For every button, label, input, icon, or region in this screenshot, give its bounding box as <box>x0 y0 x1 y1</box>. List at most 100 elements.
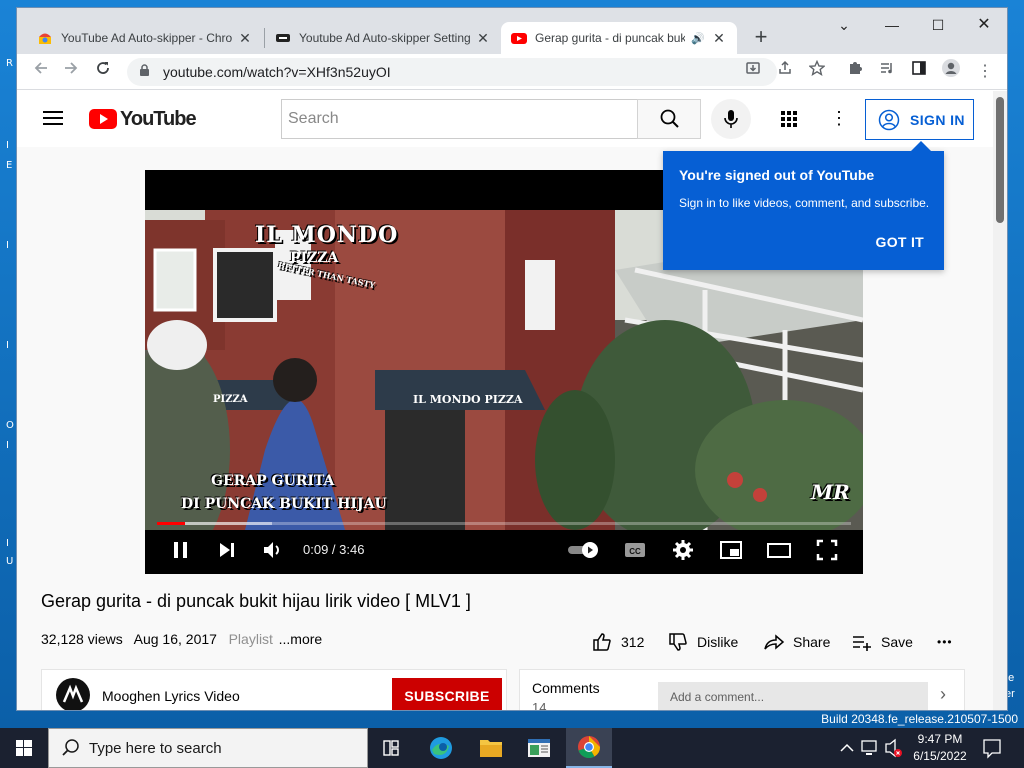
desktop-icons-edge: R I E I I O I I U <box>6 58 14 567</box>
channel-avatar[interactable] <box>56 678 90 710</box>
scrollbar-thumb[interactable] <box>996 97 1004 223</box>
tab-autoskipper-store[interactable]: YouTube Ad Auto-skipper - Chro ✕ <box>27 22 263 54</box>
notification-icon <box>983 739 1001 759</box>
tab-autoskipper-settings[interactable]: Youtube Ad Auto-skipper Setting ✕ <box>265 22 501 54</box>
audio-playing-icon[interactable]: 🔊 <box>691 32 705 45</box>
comments-card: Comments 14 Add a comment... › <box>519 669 965 710</box>
profile-avatar-icon[interactable] <box>937 58 965 86</box>
like-button[interactable]: 312 <box>591 627 644 657</box>
share-page-icon[interactable] <box>771 58 799 86</box>
pause-icon[interactable] <box>167 536 195 564</box>
notifications-button[interactable] <box>980 728 1004 768</box>
upload-date: Aug 16, 2017 <box>133 631 217 647</box>
address-bar[interactable]: youtube.com/watch?v=XHf3n52uyOI <box>127 58 777 86</box>
time-display: 0:09 / 3:46 <box>303 542 365 557</box>
video-meta: 32,128 views Aug 16, 2017 Playlist ...mo… <box>41 631 323 647</box>
awning-left-text: PIZZA <box>213 394 248 405</box>
apps-grid-icon[interactable] <box>777 107 801 131</box>
autoplay-toggle-icon[interactable] <box>565 536 601 564</box>
install-app-icon[interactable] <box>739 58 767 86</box>
voice-search-button[interactable] <box>711 99 751 139</box>
close-tab-icon[interactable]: ✕ <box>237 30 253 47</box>
maximize-button[interactable]: ☐ <box>915 8 961 42</box>
folder-icon <box>480 740 502 757</box>
microphone-icon <box>724 110 738 128</box>
channel-name[interactable]: Mooghen Lyrics Video <box>102 688 240 704</box>
fullscreen-icon[interactable] <box>813 536 841 564</box>
taskbar-clock[interactable]: 9:47 PM 6/15/2022 <box>900 731 980 765</box>
network-icon[interactable] <box>860 728 880 768</box>
search-button[interactable] <box>637 99 701 139</box>
back-arrow-icon[interactable] <box>27 58 55 86</box>
dislike-button[interactable]: Dislike <box>667 627 738 657</box>
browser-toolbar: youtube.com/watch?v=XHf3n52uyOI ⋮ <box>17 54 1007 90</box>
progress-bar[interactable] <box>157 522 851 525</box>
youtube-logo[interactable]: YouTube <box>89 107 197 131</box>
chrome-icon <box>578 736 600 759</box>
bookmark-star-icon[interactable] <box>803 58 831 86</box>
search-icon <box>660 109 679 128</box>
start-button[interactable] <box>0 728 48 768</box>
comments-count: 14 <box>532 700 547 710</box>
add-comment-input[interactable]: Add a comment... <box>658 682 928 710</box>
file-explorer-app[interactable] <box>468 728 514 768</box>
thumbs-up-icon <box>593 633 611 651</box>
youtube-header: YouTube Search ⋮ SIGN IN <box>17 91 993 147</box>
add-to-playlist-icon <box>853 636 871 651</box>
sign-in-button[interactable]: SIGN IN <box>865 99 974 140</box>
new-tab-button[interactable]: + <box>747 24 775 52</box>
media-control-icon[interactable] <box>873 58 901 86</box>
hamburger-menu-icon[interactable] <box>41 107 65 131</box>
windows-logo-icon <box>16 740 32 756</box>
view-count: 32,128 views <box>41 631 123 647</box>
close-tab-icon[interactable]: ✕ <box>711 30 727 47</box>
settings-more-icon[interactable]: ⋮ <box>827 107 851 131</box>
settings-gear-icon[interactable] <box>669 536 697 564</box>
save-button[interactable]: Save <box>851 627 913 657</box>
subscribe-button[interactable]: SUBSCRIBE <box>392 678 502 710</box>
signed-out-popup: You're signed out of YouTube Sign in to … <box>663 141 944 270</box>
reload-icon[interactable] <box>89 58 117 86</box>
taskbar-search-input[interactable]: Type here to search <box>48 728 368 768</box>
url-text: youtube.com/watch?v=XHf3n52uyOI <box>163 64 391 80</box>
taskbar: Type here to search 9:47 PM 6/15/2022 <box>0 728 1024 768</box>
edge-app[interactable] <box>418 728 464 768</box>
page-scrollbar[interactable] <box>993 91 1007 710</box>
got-it-button[interactable]: GOT IT <box>876 234 924 250</box>
task-view-button[interactable] <box>368 728 414 768</box>
chrome-app[interactable] <box>566 728 612 768</box>
tab-youtube-video[interactable]: Gerap gurita - di puncak buk 🔊 ✕ <box>501 22 737 54</box>
chevron-right-icon[interactable]: › <box>940 684 946 705</box>
side-panel-icon[interactable] <box>905 58 933 86</box>
video-title: Gerap gurita - di puncak bukit hijau lir… <box>41 591 471 611</box>
search-input[interactable]: Search <box>281 99 638 139</box>
extensions-puzzle-icon[interactable] <box>841 58 869 86</box>
more-actions-icon[interactable]: ••• <box>937 627 953 657</box>
theater-mode-icon[interactable] <box>765 536 793 564</box>
progress-played <box>157 522 185 525</box>
close-tab-icon[interactable]: ✕ <box>475 30 491 47</box>
lock-icon <box>139 64 153 80</box>
lyric-caption-line1: GERAP GURITA <box>211 473 335 489</box>
awning-text: IL MONDO PIZZA <box>413 393 523 406</box>
miniplayer-icon[interactable] <box>717 536 745 564</box>
channel-card: Mooghen Lyrics Video SUBSCRIBE <box>41 669 507 710</box>
volume-icon[interactable] <box>259 536 287 564</box>
extension-favicon-icon <box>275 30 291 46</box>
show-hidden-icons-icon[interactable] <box>838 728 856 768</box>
forward-arrow-icon[interactable] <box>57 58 85 86</box>
channel-watermark: MR <box>811 480 850 504</box>
news-app[interactable] <box>516 728 562 768</box>
next-track-icon[interactable] <box>213 536 241 564</box>
chrome-menu-icon[interactable]: ⋮ <box>971 58 999 86</box>
tab-search-dropdown-icon[interactable]: ⌄ <box>821 8 867 42</box>
playlist-link[interactable]: Playlist <box>229 631 273 647</box>
captions-cc-icon[interactable]: CC <box>621 536 649 564</box>
lyric-caption-line2: DI PUNCAK BUKIT HIJAU <box>181 496 387 512</box>
show-more-link[interactable]: ...more <box>274 631 323 647</box>
close-window-button[interactable]: ✕ <box>961 8 1007 42</box>
svg-text:CC: CC <box>629 547 641 556</box>
build-watermark: Build 20348.fe_release.210507-1500 <box>821 712 1018 726</box>
minimize-button[interactable]: — <box>869 8 915 42</box>
share-button[interactable]: Share <box>763 627 830 657</box>
